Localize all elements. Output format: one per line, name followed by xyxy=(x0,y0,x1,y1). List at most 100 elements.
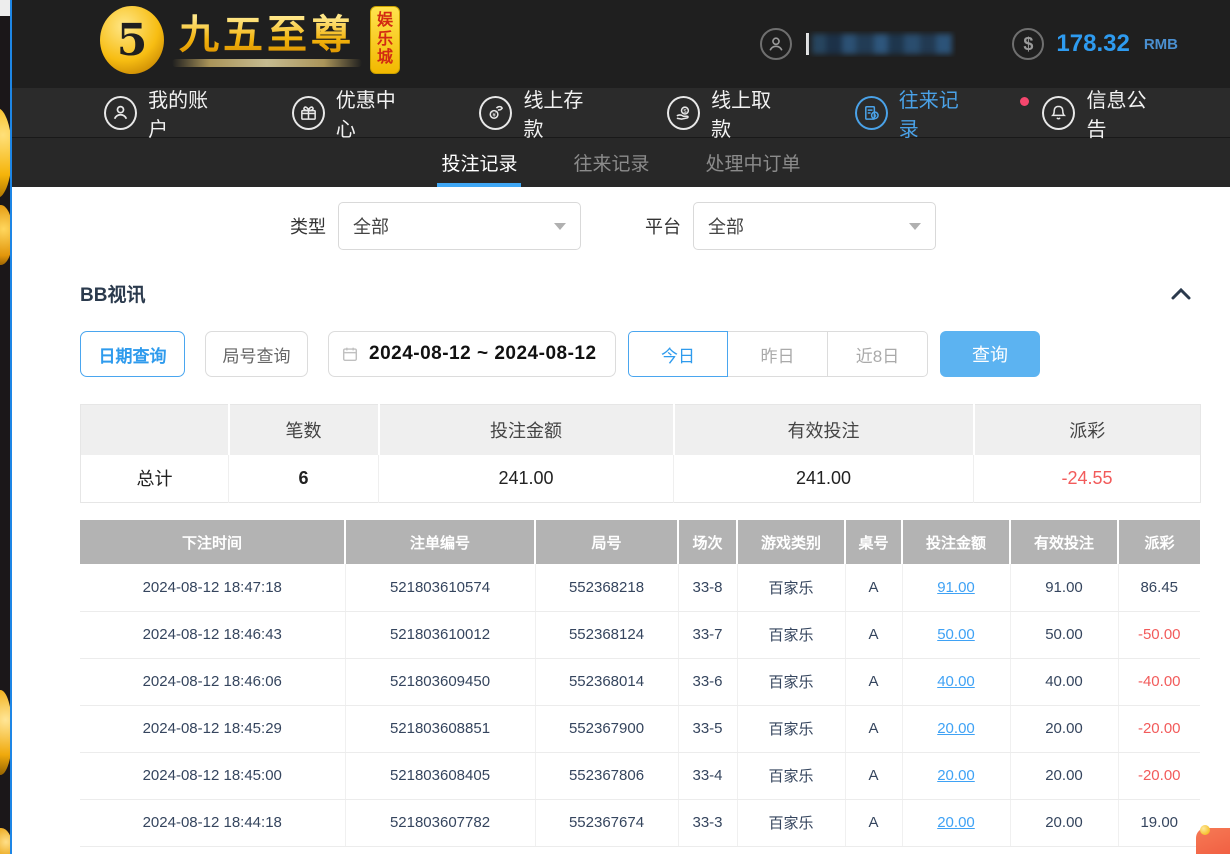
svg-text:¥: ¥ xyxy=(493,112,497,119)
cell-order-number: 521803607782 xyxy=(345,799,535,846)
bet-table-header-row: 下注时间 注单编号 局号 场次 游戏类别 桌号 投注金额 有效投注 派彩 xyxy=(80,520,1200,564)
nav-item-my-account[interactable]: 我的账户 xyxy=(104,84,226,142)
summary-header-count: 笔数 xyxy=(229,405,379,455)
type-select-value: 全部 xyxy=(353,213,389,239)
cell-payout: -40.00 xyxy=(1118,658,1200,705)
summary-total-label: 总计 xyxy=(81,455,229,503)
type-select[interactable]: 全部 xyxy=(338,202,581,250)
notification-dot xyxy=(1020,97,1029,106)
cell-valid-bet: 20.00 xyxy=(1010,799,1118,846)
main-window: 5 九五至尊 娱 乐 城 xyxy=(12,0,1230,854)
cell-bet-time: 2024-08-12 18:46:06 xyxy=(80,658,345,705)
cell-session: 33-6 xyxy=(678,658,737,705)
cell-round-number: 552367900 xyxy=(535,705,678,752)
nav-item-transaction-records[interactable]: 往来记录 xyxy=(855,84,977,142)
date-range-value: 2024-08-12 ~ 2024-08-12 xyxy=(369,343,597,365)
cell-valid-bet: 91.00 xyxy=(1010,564,1118,611)
cell-round-number: 552368124 xyxy=(535,611,678,658)
cell-order-number: 521803609450 xyxy=(345,658,535,705)
cell-bet-amount: 20.00 xyxy=(902,705,1010,752)
cell-order-number: 521803610574 xyxy=(345,564,535,611)
today-button[interactable]: 今日 xyxy=(628,331,728,377)
background-window-sliver xyxy=(0,0,10,854)
cell-game-type: 百家乐 xyxy=(737,799,845,846)
table-row: 2024-08-12 18:45:29521803608851552367900… xyxy=(80,705,1200,752)
cell-payout: -20.00 xyxy=(1118,752,1200,799)
cell-valid-bet: 50.00 xyxy=(1010,611,1118,658)
cell-bet-time: 2024-08-12 18:46:43 xyxy=(80,611,345,658)
bet-amount-link[interactable]: 40.00 xyxy=(937,673,975,690)
cell-round-number: 552367806 xyxy=(535,752,678,799)
site-logo[interactable]: 5 九五至尊 娱 乐 城 xyxy=(100,6,400,74)
summary-total-count: 6 xyxy=(229,455,379,503)
nav-label: 优惠中心 xyxy=(336,84,414,142)
round-query-button[interactable]: 局号查询 xyxy=(205,331,308,377)
bet-amount-link[interactable]: 20.00 xyxy=(937,814,975,831)
site-header: 5 九五至尊 娱 乐 城 xyxy=(12,0,1230,88)
cell-payout: 86.45 xyxy=(1118,564,1200,611)
user-account[interactable] xyxy=(760,28,956,60)
logo-badge-char: 城 xyxy=(377,49,393,67)
chevron-down-icon xyxy=(554,223,566,230)
col-bet-time: 下注时间 xyxy=(80,520,345,564)
bet-amount-link[interactable]: 50.00 xyxy=(937,626,975,643)
last-8-days-button[interactable]: 近8日 xyxy=(828,331,928,377)
cell-table-number: A xyxy=(845,658,902,705)
table-row: 2024-08-12 18:47:18521803610574552368218… xyxy=(80,564,1200,611)
yesterday-button[interactable]: 昨日 xyxy=(728,331,828,377)
balance-currency: RMB xyxy=(1144,36,1178,53)
cell-payout: 19.00 xyxy=(1118,799,1200,846)
username-blurred xyxy=(806,31,956,57)
logo-badge-char: 娱 xyxy=(377,12,393,30)
floating-promo-widget[interactable] xyxy=(1196,828,1230,854)
logo-text: 九五至尊 xyxy=(172,13,362,67)
table-row: 2024-08-12 18:46:43521803610012552368124… xyxy=(80,611,1200,658)
nav-item-promotions[interactable]: 优惠中心 xyxy=(292,84,414,142)
tab-transaction-records[interactable]: 往来记录 xyxy=(569,138,653,187)
cell-game-type: 百家乐 xyxy=(737,564,845,611)
chevron-up-icon[interactable] xyxy=(1170,287,1192,301)
search-button[interactable]: 查询 xyxy=(940,331,1040,377)
nav-item-withdraw[interactable]: $ 线上取款 xyxy=(667,84,789,142)
table-row: 2024-08-12 18:44:18521803607782552367674… xyxy=(80,799,1200,846)
cell-bet-time: 2024-08-12 18:44:18 xyxy=(80,799,345,846)
cell-session: 33-4 xyxy=(678,752,737,799)
summary-total-payout: -24.55 xyxy=(974,455,1201,503)
cell-payout: -20.00 xyxy=(1118,705,1200,752)
bet-amount-link[interactable]: 20.00 xyxy=(937,720,975,737)
section-header: BB视讯 xyxy=(80,280,1200,307)
summary-header-payout: 派彩 xyxy=(974,405,1201,455)
cell-round-number: 552367674 xyxy=(535,799,678,846)
nav-item-announcements[interactable]: 信息公告 xyxy=(1042,84,1164,142)
record-tabs: 投注记录 往来记录 处理中订单 xyxy=(12,138,1230,187)
chevron-down-icon xyxy=(909,223,921,230)
cell-game-type: 百家乐 xyxy=(737,658,845,705)
nav-item-deposit[interactable]: ¥ 线上存款 xyxy=(479,84,601,142)
col-order-number: 注单编号 xyxy=(345,520,535,564)
cell-bet-amount: 20.00 xyxy=(902,799,1010,846)
col-game-type: 游戏类别 xyxy=(737,520,845,564)
cell-round-number: 552368218 xyxy=(535,564,678,611)
section-title: BB视讯 xyxy=(80,280,145,307)
balance[interactable]: $ 178.32 RMB xyxy=(1012,28,1178,60)
user-avatar-icon xyxy=(760,28,792,60)
cell-table-number: A xyxy=(845,705,902,752)
bet-amount-link[interactable]: 91.00 xyxy=(937,579,975,596)
platform-select[interactable]: 全部 xyxy=(693,202,936,250)
balance-amount: 178.32 xyxy=(1056,30,1129,58)
bet-table-body: 2024-08-12 18:47:18521803610574552368218… xyxy=(80,564,1200,846)
logo-coin-icon: 5 xyxy=(100,6,164,74)
bet-amount-link[interactable]: 20.00 xyxy=(937,767,975,784)
date-query-button[interactable]: 日期查询 xyxy=(80,331,185,377)
tab-bet-records[interactable]: 投注记录 xyxy=(437,138,521,187)
date-range-input[interactable]: 2024-08-12 ~ 2024-08-12 xyxy=(328,331,616,377)
cell-game-type: 百家乐 xyxy=(737,752,845,799)
cell-table-number: A xyxy=(845,564,902,611)
col-payout: 派彩 xyxy=(1118,520,1200,564)
background-gold-fragment xyxy=(0,828,10,854)
logo-title: 九五至尊 xyxy=(179,13,355,57)
tab-pending-orders[interactable]: 处理中订单 xyxy=(702,138,805,187)
background-gold-fragment xyxy=(0,205,10,265)
bet-records-table: 下注时间 注单编号 局号 场次 游戏类别 桌号 投注金额 有效投注 派彩 202… xyxy=(80,520,1200,847)
cell-valid-bet: 20.00 xyxy=(1010,705,1118,752)
